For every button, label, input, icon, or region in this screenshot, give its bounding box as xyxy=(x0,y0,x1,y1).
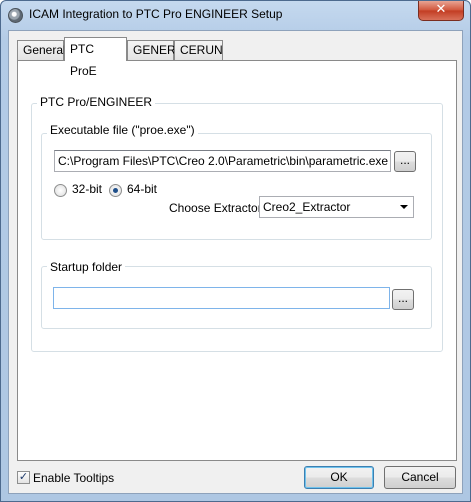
chevron-down-icon xyxy=(400,205,408,209)
enable-tooltips-label: Enable Tooltips xyxy=(33,471,115,485)
tab-gener[interactable]: GENER xyxy=(127,40,176,60)
tab-label: CERUN xyxy=(180,43,223,57)
tab-label: GENER xyxy=(133,43,176,57)
proe-group-title: PTC Pro/ENGINEER xyxy=(37,95,156,109)
ok-label: OK xyxy=(330,470,348,484)
close-icon: ✕ xyxy=(435,2,447,17)
setup-window: ICAM Integration to PTC Pro ENGINEER Set… xyxy=(0,0,471,502)
startup-group-title: Startup folder xyxy=(47,260,126,274)
tab-cerun[interactable]: CERUN xyxy=(174,40,223,60)
startup-folder-input[interactable] xyxy=(53,287,390,309)
tab-general[interactable]: General xyxy=(17,40,66,60)
cancel-button[interactable]: Cancel xyxy=(384,466,456,489)
radio-32-bit[interactable] xyxy=(54,184,67,197)
radio-64-bit-label: 64-bit xyxy=(127,182,158,196)
radio-32-bit-label: 32-bit xyxy=(72,182,103,196)
tab-ptc-proe[interactable]: PTC ProE xyxy=(64,37,127,78)
executable-group-title: Executable file ("proe.exe") xyxy=(47,123,198,137)
radio-64-bit[interactable] xyxy=(109,184,122,197)
tab-panel-ptc-proe: PTC Pro/ENGINEER Executable file ("proe.… xyxy=(17,60,457,461)
extractor-value: Creo2_Extractor xyxy=(263,200,351,214)
title-bar: ICAM Integration to PTC Pro ENGINEER Set… xyxy=(1,1,470,29)
gear-icon xyxy=(8,8,23,23)
enable-tooltips-checkbox[interactable]: ✓ xyxy=(17,471,30,484)
window-title: ICAM Integration to PTC Pro ENGINEER Set… xyxy=(29,7,283,21)
extractor-select[interactable]: Creo2_Extractor xyxy=(259,196,414,218)
ok-button[interactable]: OK xyxy=(304,466,374,489)
executable-path-input[interactable]: C:\Program Files\PTC\Creo 2.0\Parametric… xyxy=(54,150,391,172)
browse-label: ... xyxy=(399,153,410,167)
cancel-label: Cancel xyxy=(401,470,439,484)
dialog-client: General PTC ProE GENER CERUN PTC Pro/ENG… xyxy=(8,30,463,494)
startup-browse-button[interactable]: ... xyxy=(392,289,414,310)
extractor-label: Choose Extractor: xyxy=(169,201,266,215)
close-button[interactable]: ✕ xyxy=(418,1,464,21)
check-icon: ✓ xyxy=(18,471,29,483)
tab-label: PTC ProE xyxy=(70,42,97,78)
executable-browse-button[interactable]: ... xyxy=(394,151,416,172)
browse-label: ... xyxy=(397,291,408,305)
tab-label: General xyxy=(23,43,66,57)
